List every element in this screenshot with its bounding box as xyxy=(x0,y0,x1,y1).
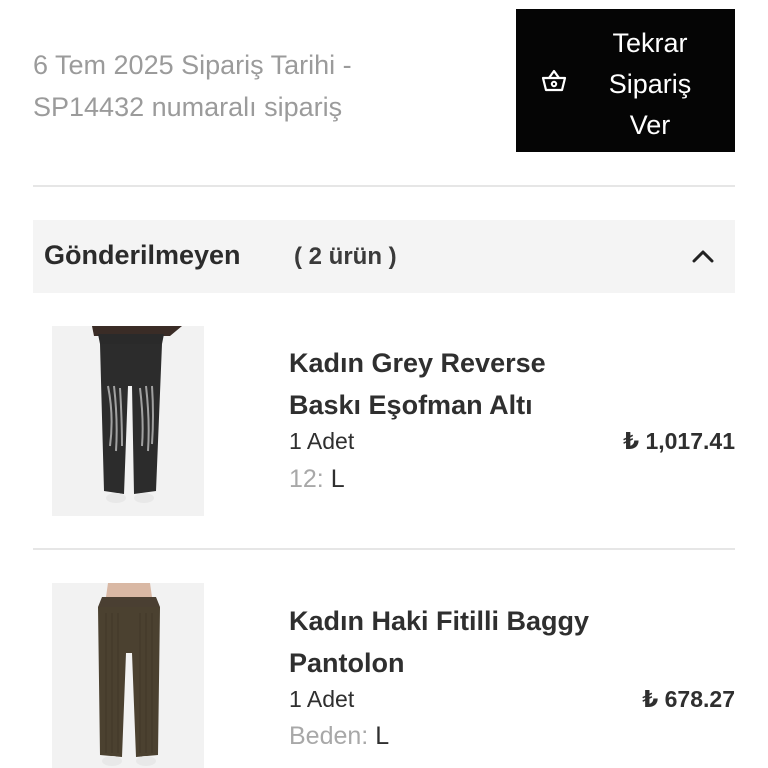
group-title: Gönderilmeyen xyxy=(44,240,241,270)
order-detail-page: 6 Tem 2025 Sipariş Tarihi - SP14432 numa… xyxy=(0,0,768,768)
chevron-up-icon[interactable] xyxy=(690,243,716,269)
divider xyxy=(33,185,735,187)
order-number: SP14432 numaralı sipariş xyxy=(33,92,343,122)
order-meta: 6 Tem 2025 Sipariş Tarihi - SP14432 numa… xyxy=(33,44,473,128)
black-sweatpants-photo xyxy=(52,326,204,516)
product-price-2: ₺ 678.27 xyxy=(642,686,735,712)
group-count: ( 2 ürün ) xyxy=(294,243,397,270)
product-image-2[interactable] xyxy=(52,583,204,768)
product-price-1: ₺ 1,017.41 xyxy=(623,428,735,454)
order-date: 6 Tem 2025 Sipariş Tarihi - xyxy=(33,50,352,80)
product-quantity-2: 1 Adet xyxy=(289,686,355,712)
basket-icon xyxy=(541,69,567,92)
divider xyxy=(33,548,735,550)
reorder-button[interactable]: Tekrar Sipariş Ver xyxy=(516,9,735,152)
unshipped-group-header[interactable]: Gönderilmeyen ( 2 ürün ) xyxy=(33,220,735,293)
product-size-2: Beden: L xyxy=(289,722,390,750)
khaki-pants-photo xyxy=(52,583,204,768)
product-size-1: 12: L xyxy=(289,465,345,493)
reorder-label: Tekrar Sipariş Ver xyxy=(608,28,692,140)
product-image-1[interactable] xyxy=(52,326,204,516)
product-name-2[interactable]: Kadın Haki Fitilli Baggy Pantolon xyxy=(289,600,629,684)
product-quantity-1: 1 Adet xyxy=(289,428,355,454)
product-name-1[interactable]: Kadın Grey Reverse Baskı Eşofman Altı xyxy=(289,342,629,426)
